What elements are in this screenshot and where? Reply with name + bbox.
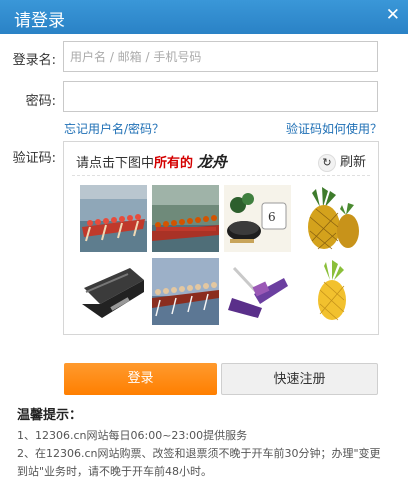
password-label: 密码:: [25, 94, 56, 109]
captcha-tile-pineapple[interactable]: [296, 258, 363, 325]
dragon-boat-icon: [152, 258, 219, 325]
close-icon[interactable]: ✕: [386, 5, 400, 25]
captcha-tile-mop[interactable]: [224, 258, 291, 325]
password-input[interactable]: [63, 81, 378, 112]
caviar-icon: 6: [224, 185, 291, 252]
tip-line-2: 2、在12306.cn网站购票、改签和退票须不晚于开车前30分钟；办理"变更: [17, 447, 381, 460]
captcha-label: 验证码:: [12, 151, 56, 166]
quick-register-button[interactable]: 快速注册: [221, 363, 378, 395]
tip-line-1: 1、12306.cn网站每日06:00~23:00提供服务: [17, 429, 248, 442]
mop-icon: [224, 258, 291, 325]
captcha-target-word: 龙舟: [197, 153, 228, 171]
captcha-help-link[interactable]: 验证码如何使用？: [286, 120, 382, 137]
captcha-tile-stapler[interactable]: [80, 258, 147, 325]
captcha-panel: 请点击下图中所有的 龙舟 ↻ 刷新 6: [63, 141, 379, 335]
dialog-title: 请登录: [14, 11, 65, 31]
tips-title: 温馨提示：: [17, 408, 83, 423]
refresh-label: 刷新: [339, 155, 366, 170]
captcha-tile-dragon-boat-3[interactable]: [152, 258, 219, 325]
svg-text:6: 6: [268, 210, 276, 224]
captcha-prompt-text: 请点击下图中: [76, 156, 155, 171]
captcha-divider: [72, 175, 370, 176]
captcha-tile-dragon-boat-1[interactable]: [80, 185, 147, 252]
username-label: 登录名:: [12, 53, 56, 68]
captcha-prompt-highlight: 所有的: [154, 156, 194, 171]
login-button[interactable]: 登录: [64, 363, 217, 395]
pineapple-icon: [296, 185, 363, 252]
stapler-icon: [80, 258, 147, 325]
dragon-boat-icon: [80, 185, 147, 252]
captcha-tile-dragon-boat-2[interactable]: [152, 185, 219, 252]
captcha-refresh-button[interactable]: ↻ 刷新: [317, 151, 366, 172]
captcha-tile-caviar[interactable]: 6: [224, 185, 291, 252]
refresh-icon: ↻: [317, 154, 336, 172]
forgot-password-link[interactable]: 忘记用户名/密码？: [64, 120, 164, 137]
captcha-prompt: 请点击下图中所有的 龙舟: [76, 151, 227, 172]
username-input[interactable]: 用户名 / 邮箱 / 手机号码: [63, 41, 378, 72]
captcha-tile-pineapples[interactable]: [296, 185, 363, 252]
dragon-boat-icon: [152, 185, 219, 252]
dialog-header: 请登录 ✕: [0, 0, 408, 34]
pineapple-icon: [296, 258, 363, 325]
